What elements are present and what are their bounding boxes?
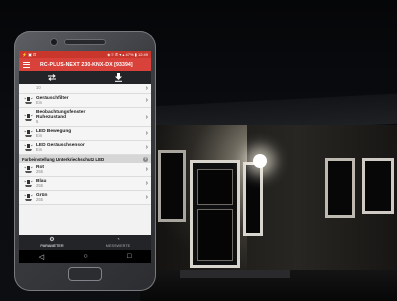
house-window-right-inner (325, 158, 355, 218)
house-door (190, 160, 240, 268)
ground (140, 270, 397, 301)
chevron-right-icon: › (145, 130, 148, 137)
tab-label: PARAMETER (40, 244, 64, 248)
tab-label: MESSWERTE (105, 244, 131, 248)
tab-parameter[interactable]: ⚙ PARAMETER (19, 235, 85, 250)
recents-icon[interactable]: □ (127, 253, 131, 260)
chevron-right-icon: › (145, 194, 148, 201)
item-value: Ein (36, 146, 43, 152)
back-icon[interactable]: ◁ (39, 253, 44, 261)
item-value: 255 (36, 196, 43, 202)
motion-sensor-icon (24, 113, 33, 121)
tab-messwerte[interactable]: ◔ MESSWERTE (85, 235, 151, 250)
photo-scene: ⚡ ▣ ⊡ ◈ ≡ ✆ ▾ ▴ 47% ▮ 12:49 RC-PLUS-NEXT… (0, 0, 397, 301)
sliders-icon: ⚙ (49, 237, 55, 243)
list-item[interactable]: LED Geräuschsensor Ein › (19, 141, 151, 155)
gauge-icon: ◔ (116, 237, 120, 243)
parameter-list: 10 › Geräuschfilter Ein › Beobachtungsfe… (19, 84, 151, 205)
list-item[interactable]: 10 › (19, 84, 151, 94)
list-item[interactable]: LED Bewegung Ein › (19, 127, 151, 141)
front-camera (50, 38, 58, 46)
hamburger-menu-icon[interactable] (23, 61, 30, 68)
item-value: Ein (36, 99, 43, 105)
list-item[interactable]: Rot 255 › (19, 163, 151, 177)
chevron-right-icon: › (145, 166, 148, 173)
item-value: 10 (36, 85, 41, 91)
motion-sensor-icon (24, 144, 33, 151)
motion-sensor-icon (24, 194, 33, 201)
list-item[interactable]: Geräuschfilter Ein › (19, 94, 151, 108)
wall-lamp (253, 154, 267, 168)
smartphone: ⚡ ▣ ⊡ ◈ ≡ ✆ ▾ ▴ 47% ▮ 12:49 RC-PLUS-NEXT… (14, 31, 156, 291)
motion-sensor-icon (24, 180, 33, 187)
status-right-info: ◈ ≡ ✆ ▾ ▴ 47% ▮ 12:49 (107, 52, 148, 57)
door-pane-bottom (197, 209, 233, 261)
door-side-window (243, 162, 263, 236)
chevron-right-icon: › (145, 180, 148, 187)
swap-arrows-icon (48, 74, 56, 81)
earpiece-speaker (64, 39, 106, 45)
chevron-right-icon: › (145, 85, 148, 92)
section-title: Farbeinstellung Unterkriechschutz LED (22, 156, 105, 162)
home-icon[interactable]: ○ (83, 253, 87, 260)
swap-button[interactable] (19, 71, 85, 84)
bottom-navigation: ⚙ PARAMETER ◔ MESSWERTE (19, 235, 151, 250)
list-item[interactable]: Beobachtungsfenster Ruhezustand 5 › (19, 108, 151, 127)
status-left-icons: ⚡ ▣ ⊡ (22, 52, 37, 57)
list-item[interactable]: Grün 255 › (19, 191, 151, 205)
item-value: Ein (36, 132, 43, 138)
phone-screen: ⚡ ▣ ⊡ ◈ ≡ ✆ ▾ ▴ 47% ▮ 12:49 RC-PLUS-NEXT… (19, 51, 151, 263)
chevron-right-icon: › (145, 144, 148, 151)
item-label: Beobachtungsfenster Ruhezustand (36, 109, 86, 120)
item-value: 255 (36, 182, 43, 188)
system-navigation-bar: ◁ ○ □ (19, 250, 151, 263)
app-title: RC-PLUS-NEXT 230-KNX-DX [93394] (40, 61, 133, 68)
physical-home-button[interactable] (68, 267, 102, 281)
item-value: 255 (36, 168, 43, 174)
house-window-right (362, 158, 394, 214)
item-value: 5 (36, 118, 39, 124)
motion-sensor-icon (24, 97, 33, 104)
app-bar: RC-PLUS-NEXT 230-KNX-DX [93394] (19, 58, 151, 71)
help-icon[interactable]: ? (143, 156, 148, 162)
wall-shadow (150, 125, 397, 275)
chevron-right-icon: › (145, 97, 148, 104)
section-header: Farbeinstellung Unterkriechschutz LED ? (19, 155, 151, 163)
door-pane-top (197, 169, 233, 205)
door-step (180, 270, 290, 278)
motion-sensor-icon (24, 166, 33, 173)
house-window-left (158, 150, 186, 222)
list-item[interactable]: Blau 255 › (19, 177, 151, 191)
download-button[interactable] (85, 71, 151, 84)
motion-sensor-icon (24, 130, 33, 137)
status-bar: ⚡ ▣ ⊡ ◈ ≡ ✆ ▾ ▴ 47% ▮ 12:49 (19, 51, 151, 58)
toolbar (19, 71, 151, 84)
download-icon (114, 73, 122, 82)
chevron-right-icon: › (145, 113, 148, 121)
